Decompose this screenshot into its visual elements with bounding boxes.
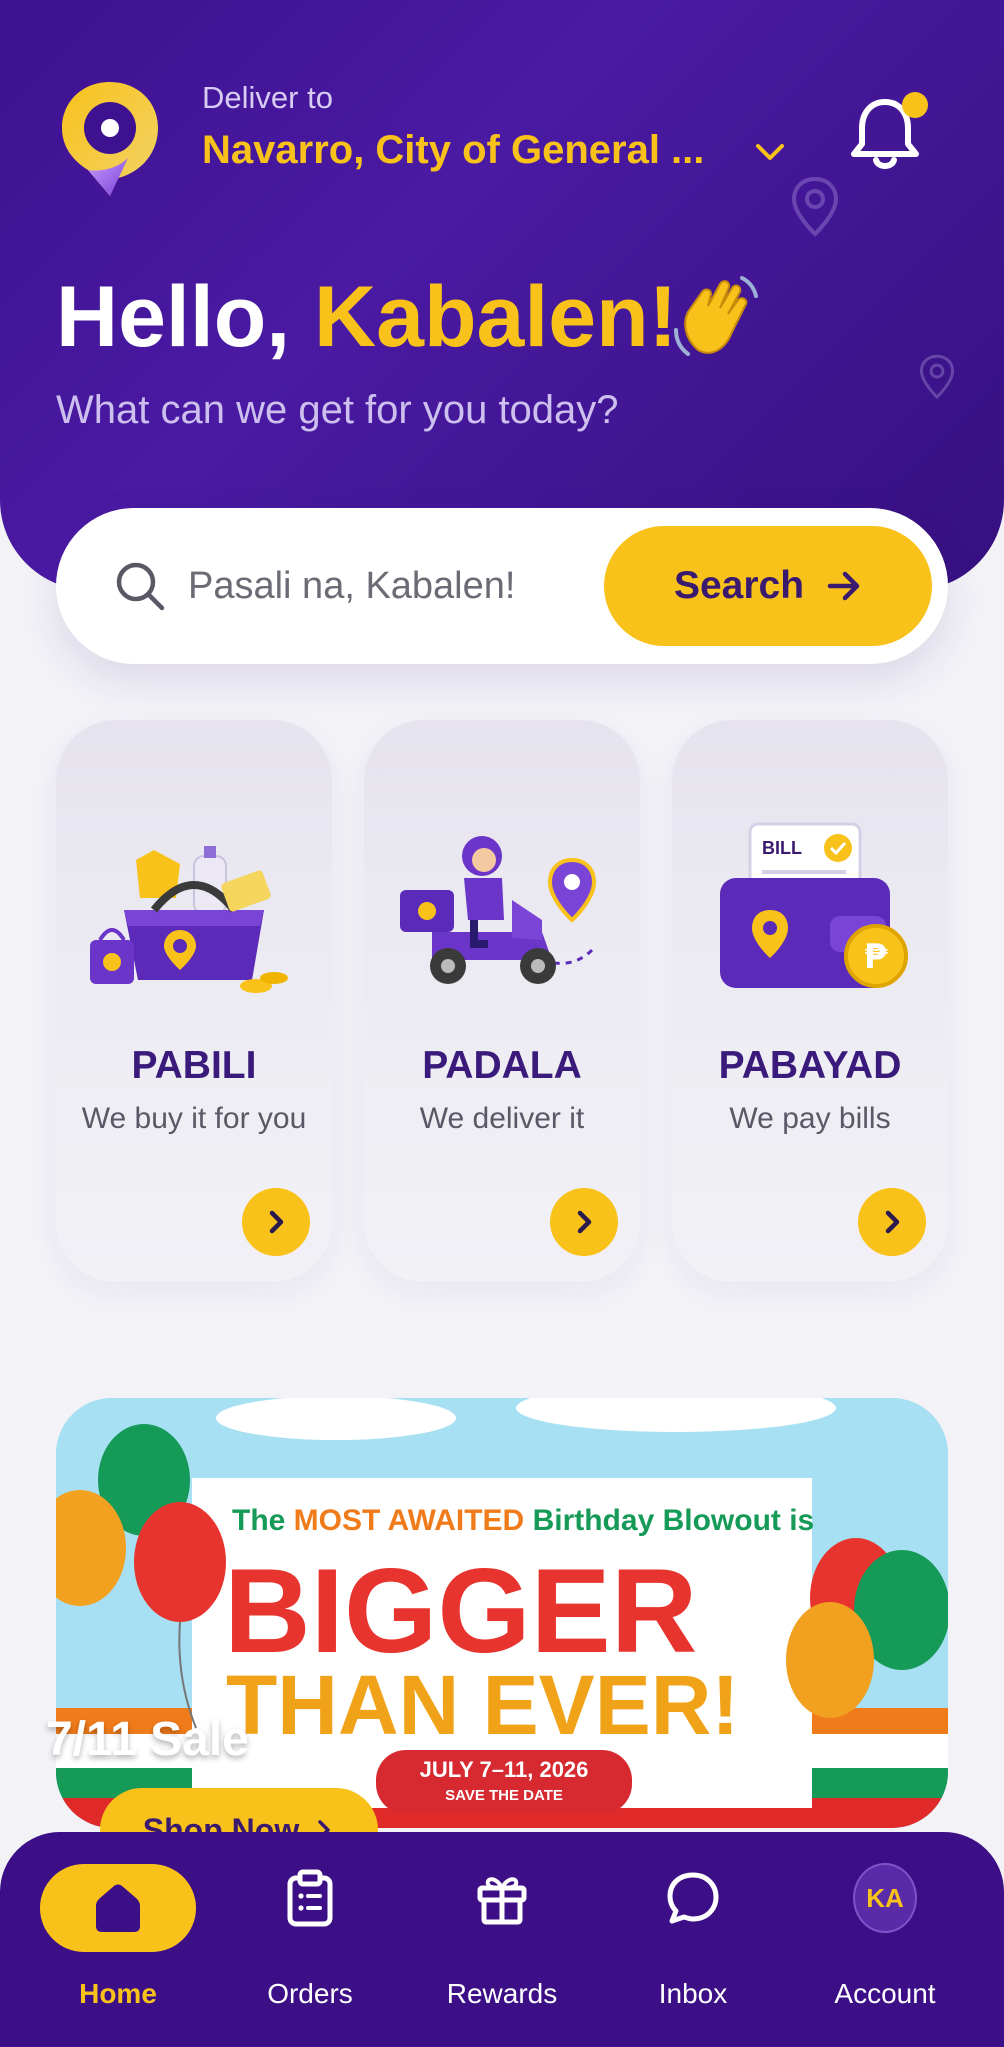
delivery-scooter-illustration — [400, 836, 597, 984]
service-card-padala[interactable]: PADALA We deliver it — [364, 720, 640, 1282]
service-title: PADALA — [422, 1044, 582, 1087]
svg-text:₱: ₱ — [864, 937, 888, 977]
nav-inbox-icon-wrap — [661, 1866, 725, 1930]
service-card-pabili[interactable]: PABILI We buy it for you — [56, 720, 332, 1282]
nav-account[interactable]: KA Account — [790, 1832, 980, 2047]
nav-home[interactable]: Home — [23, 1832, 213, 2047]
search-icon — [116, 562, 165, 611]
search-button[interactable]: Search — [604, 526, 932, 646]
svg-text:The MOST AWAITED Birthday Blow: The MOST AWAITED Birthday Blowout is — [232, 1504, 814, 1537]
service-title: PABILI — [131, 1044, 257, 1087]
banner-headline-c: Birthday Blowout is — [524, 1504, 814, 1537]
service-card-pabayad[interactable]: BILL ₱ PABAYAD We pay bills — [672, 720, 948, 1282]
service-description: We pay bills — [729, 1102, 891, 1135]
nav-orders[interactable]: Orders — [215, 1832, 405, 2047]
banner-headline-b: MOST AWAITED — [294, 1504, 525, 1537]
service-description: We deliver it — [419, 1102, 585, 1135]
banner-title: 7/11 Sale — [46, 1713, 249, 1766]
nav-orders-icon-wrap — [278, 1866, 342, 1930]
nav-rewards[interactable]: Rewards — [407, 1832, 597, 2047]
chevron-right-button[interactable] — [858, 1188, 926, 1256]
clipboard-icon — [287, 1869, 333, 1927]
banner-headline-a: The — [232, 1504, 294, 1537]
chevron-right-icon — [577, 1210, 592, 1234]
location-pin-icon — [791, 176, 839, 237]
banner-big-text2: THAN EVER! — [226, 1658, 739, 1752]
avatar: KA — [853, 1863, 917, 1933]
notification-badge — [902, 92, 928, 118]
location-pin-icon — [919, 354, 955, 400]
nav-label: Orders — [267, 1978, 353, 2009]
chevron-right-button[interactable] — [242, 1188, 310, 1256]
nav-inbox[interactable]: Inbox — [598, 1832, 788, 2047]
greeting-prefix: Hello, — [56, 269, 315, 365]
chevron-right-button[interactable] — [550, 1188, 618, 1256]
nav-rewards-icon-wrap — [470, 1866, 534, 1930]
deliver-to-label: Deliver to — [202, 80, 333, 115]
greeting-heading: Hello, Kabalen! — [56, 268, 677, 367]
nav-label: Account — [834, 1978, 936, 2009]
nav-account-icon-wrap: KA — [853, 1863, 917, 1933]
search-bar: Search — [56, 508, 948, 664]
svg-text:BILL: BILL — [762, 838, 802, 858]
chevron-right-icon — [269, 1210, 284, 1234]
delivery-address[interactable]: Navarro, City of General ... — [202, 128, 704, 173]
search-input[interactable] — [188, 544, 528, 628]
wallet-bill-illustration: BILL ₱ — [720, 822, 908, 988]
banner-date: JULY 7–11, 2026 — [420, 1757, 589, 1782]
search-button-label: Search — [673, 564, 805, 607]
shopping-basket-illustration — [90, 846, 288, 993]
chat-icon — [667, 1872, 719, 1924]
chevron-right-icon — [885, 1210, 900, 1234]
service-title: PABAYAD — [718, 1044, 902, 1087]
app-logo — [62, 82, 158, 196]
nav-label: Inbox — [658, 1978, 728, 2009]
nav-label: Rewards — [446, 1978, 558, 2009]
waving-hand-icon — [674, 276, 758, 356]
gift-icon — [477, 1877, 527, 1925]
greeting-subtitle: What can we get for you today? — [56, 388, 619, 432]
greeting-name: Kabalen! — [314, 269, 678, 365]
bottom-navigation: Home Orders Rewards Inbox KA Account — [0, 1832, 1004, 2047]
chevron-down-icon[interactable] — [752, 138, 788, 168]
arrow-right-icon — [827, 571, 860, 601]
nav-label: Home — [79, 1978, 157, 2009]
nav-home-pill — [40, 1864, 196, 1952]
banner-save-date: SAVE THE DATE — [445, 1787, 563, 1804]
service-description: We buy it for you — [81, 1102, 307, 1135]
home-icon — [96, 1884, 140, 1932]
